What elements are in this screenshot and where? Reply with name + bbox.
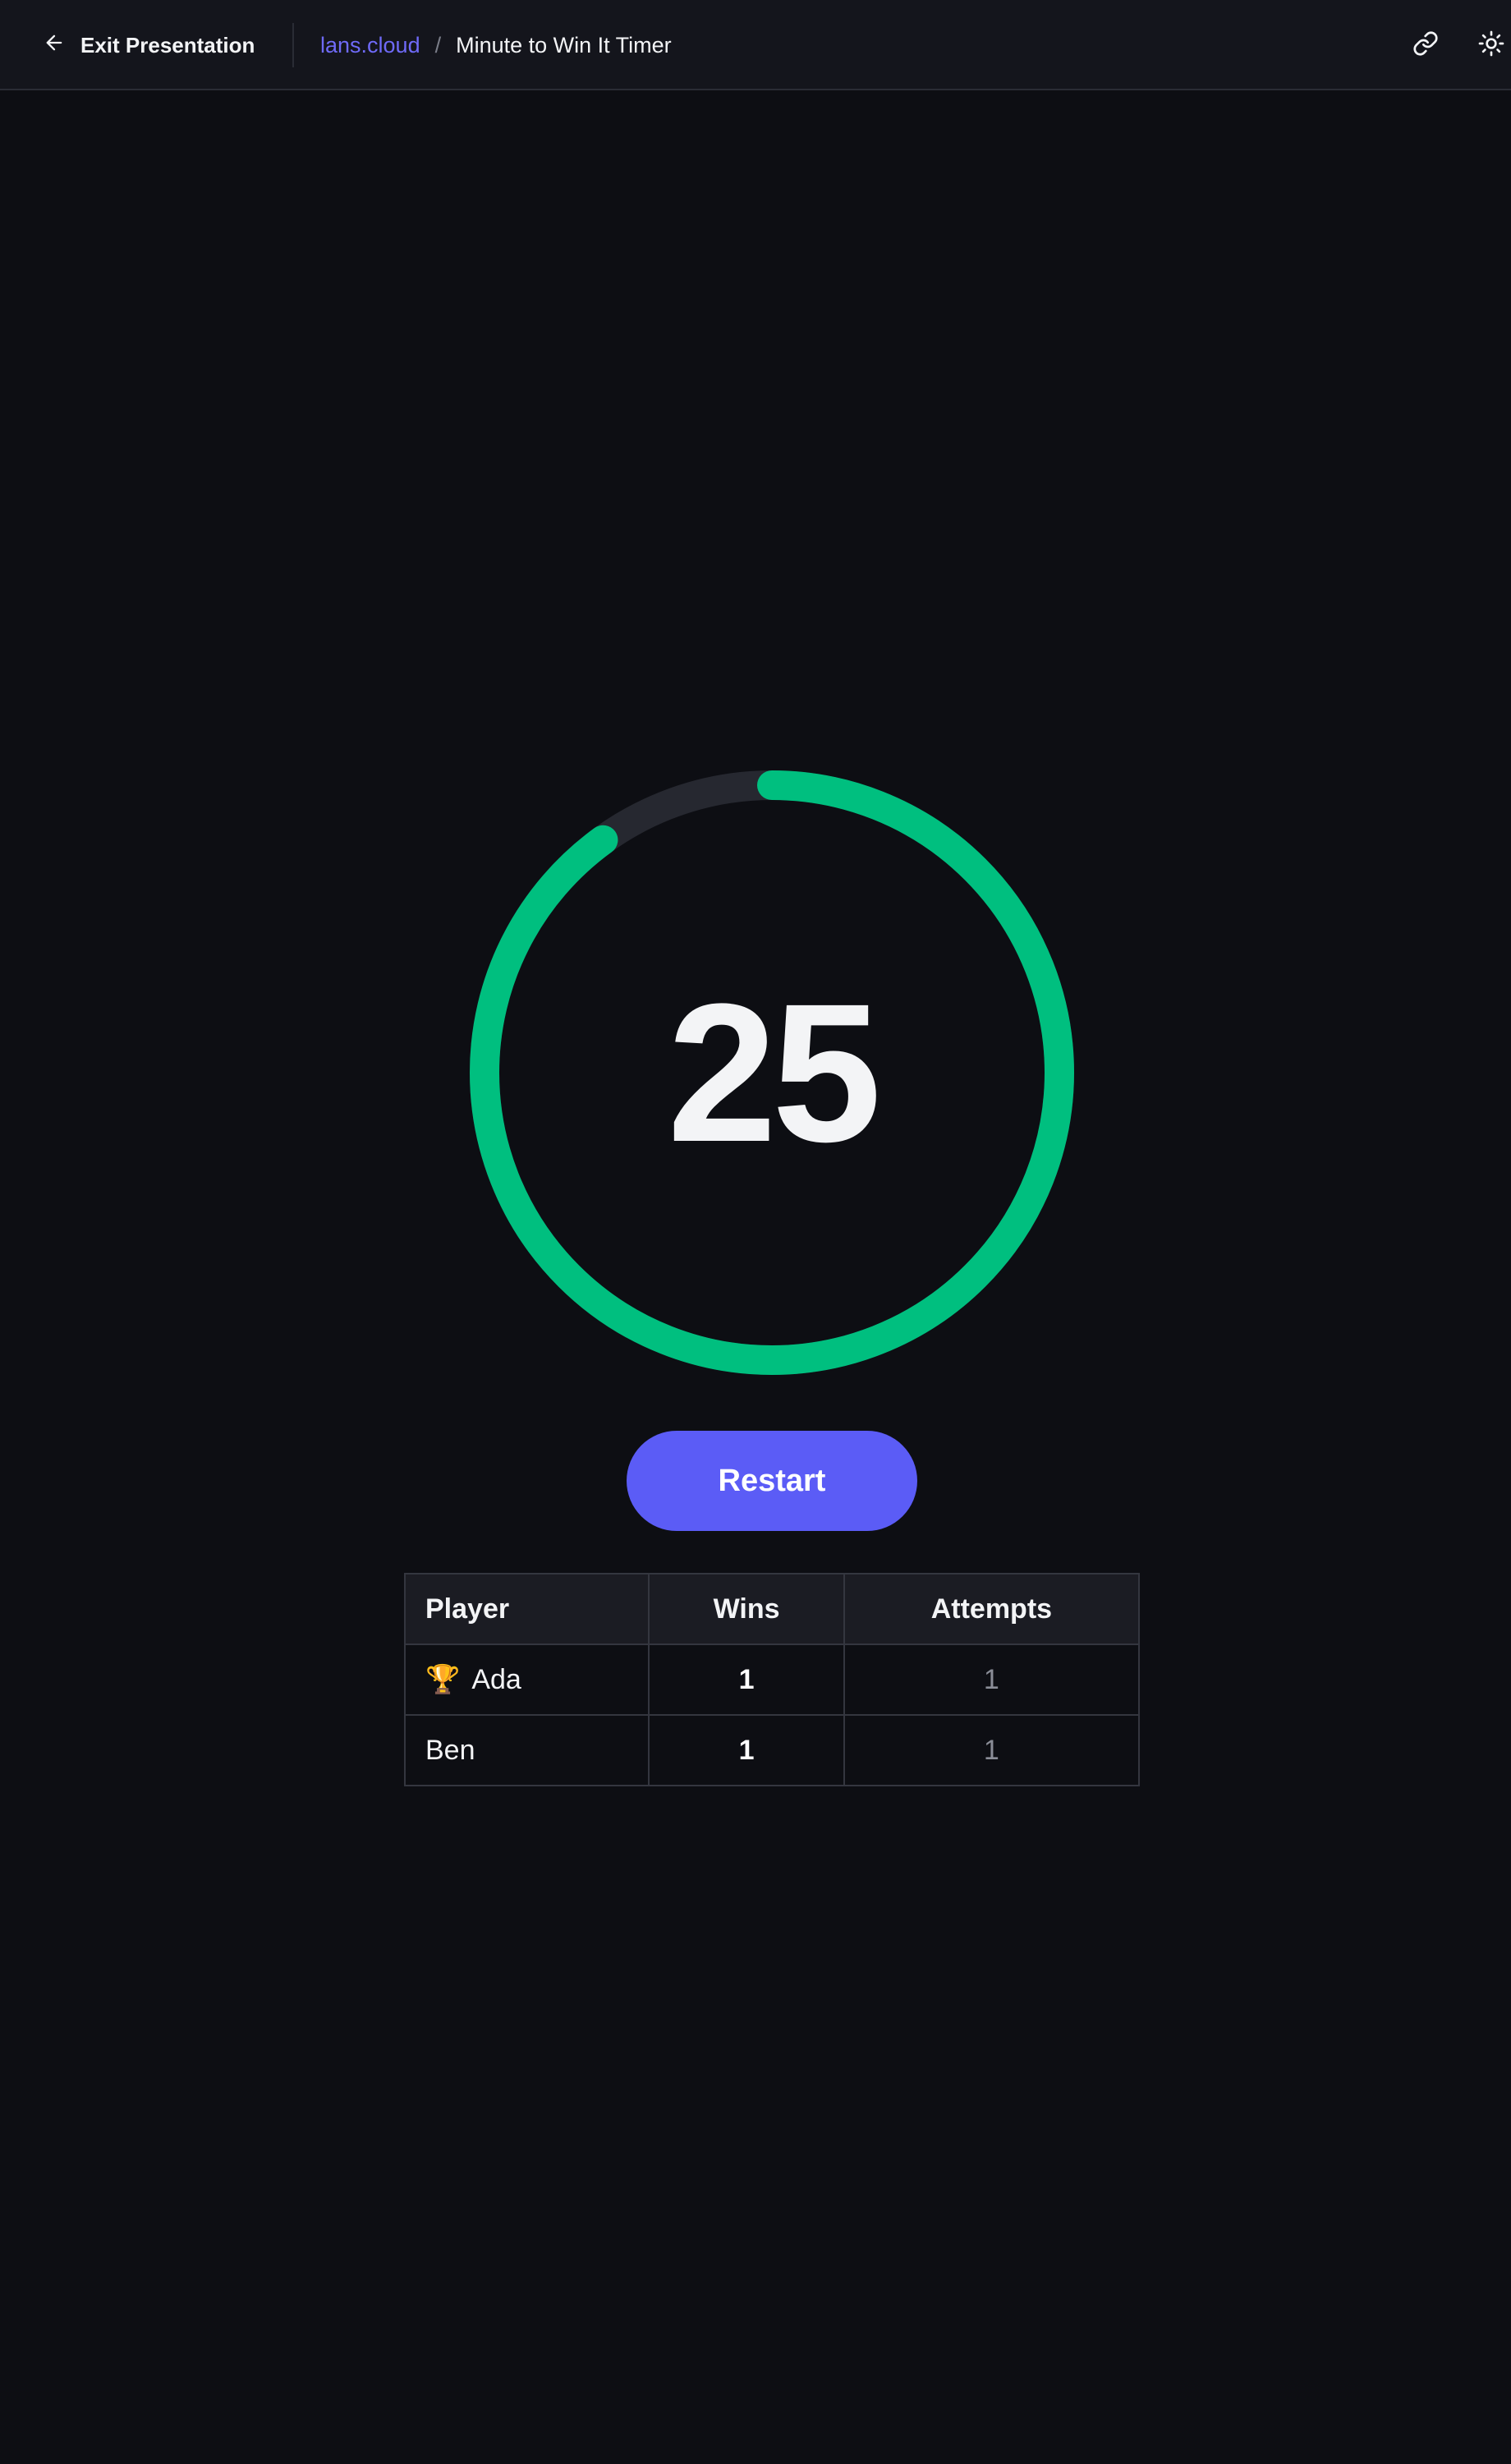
wins-cell: 1 <box>648 1643 845 1716</box>
wins-cell: 1 <box>648 1714 845 1786</box>
exit-presentation-button[interactable]: Exit Presentation <box>43 25 255 66</box>
trophy-icon: 🏆 <box>425 1664 461 1695</box>
restart-button[interactable]: Restart <box>627 1431 917 1531</box>
countdown-timer: 25 <box>468 769 1076 1377</box>
attempts-cell: 1 <box>843 1643 1141 1716</box>
top-bar: Exit Presentation lans.cloud / Minute to… <box>0 0 1511 90</box>
table-header-row: Player Wins Attempts <box>403 1573 1141 1645</box>
player-name: Ada <box>471 1664 521 1695</box>
copy-link-button[interactable] <box>1408 27 1444 63</box>
link-icon <box>1412 30 1439 61</box>
breadcrumb: lans.cloud / Minute to Win It Timer <box>320 25 672 66</box>
attempts-cell: 1 <box>843 1714 1141 1786</box>
table-row: Ben 1 1 <box>403 1714 1141 1786</box>
page-title: Minute to Win It Timer <box>456 32 672 57</box>
exit-presentation-label: Exit Presentation <box>80 32 255 57</box>
header-divider <box>292 23 294 67</box>
column-header-player: Player <box>403 1573 650 1645</box>
sun-icon <box>1478 30 1504 61</box>
player-cell: Ben <box>403 1714 650 1786</box>
player-name: Ben <box>425 1734 475 1766</box>
timer-seconds: 25 <box>667 963 882 1183</box>
theme-toggle-button[interactable] <box>1473 27 1509 63</box>
scoreboard-table: Player Wins Attempts 🏆 Ada 1 1 Ben 1 1 <box>403 1573 1141 1786</box>
arrow-left-icon <box>43 31 66 60</box>
column-header-wins: Wins <box>648 1573 845 1645</box>
column-header-attempts: Attempts <box>843 1573 1141 1645</box>
player-cell: 🏆 Ada <box>403 1643 650 1716</box>
breadcrumb-separator: / <box>434 32 442 57</box>
table-row: 🏆 Ada 1 1 <box>403 1643 1141 1716</box>
breadcrumb-site-link[interactable]: lans.cloud <box>320 33 420 58</box>
